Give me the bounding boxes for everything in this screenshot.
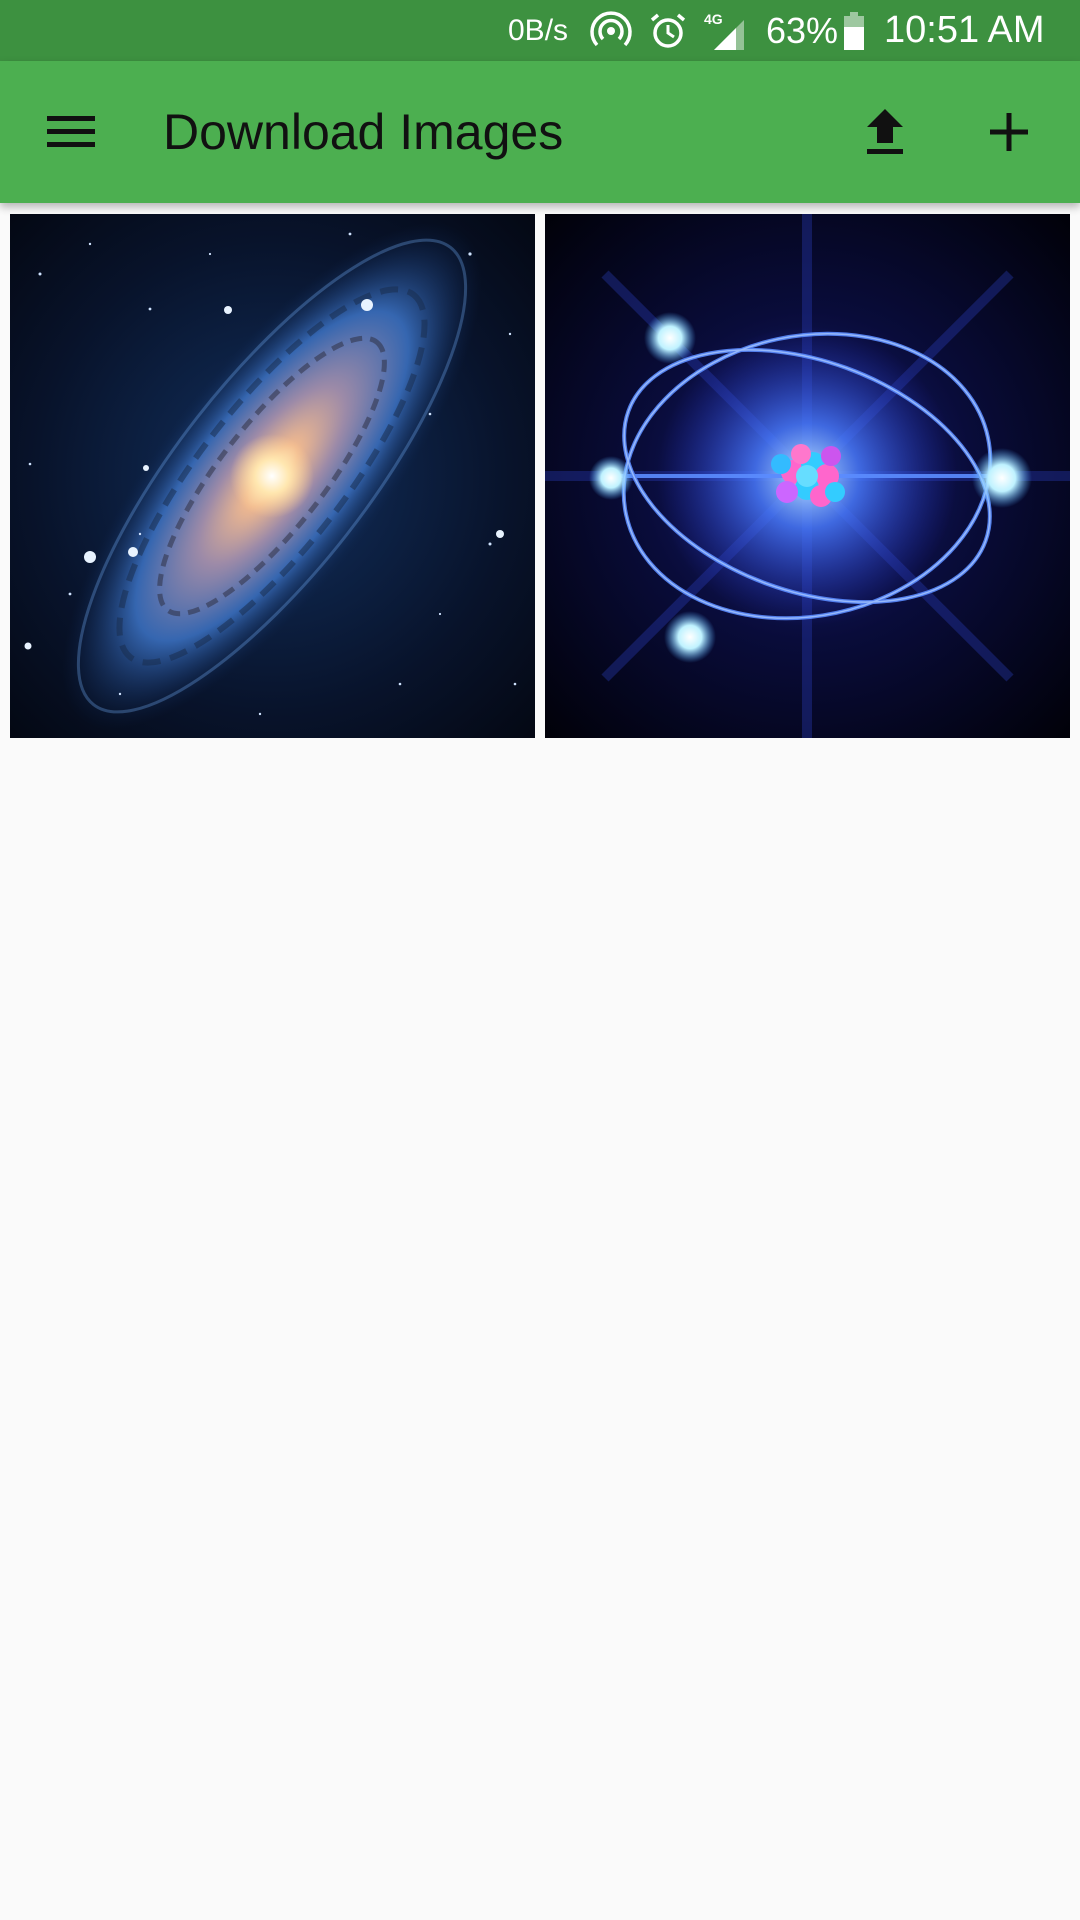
- network-type: 4G: [704, 11, 723, 27]
- signal-4g-icon: 4G: [704, 0, 750, 61]
- app-toolbar: Download Images: [0, 61, 1080, 203]
- atom-image[interactable]: [545, 214, 1070, 738]
- menu-icon[interactable]: [29, 90, 113, 174]
- page-title: Download Images: [163, 104, 564, 160]
- clock-time: 10:51 AM: [884, 9, 1045, 51]
- status-bar: 0B/s 4G 63% 10:51 AM: [0, 0, 1080, 61]
- galaxy-image[interactable]: [10, 214, 535, 738]
- battery-icon: [843, 0, 865, 61]
- add-icon[interactable]: [967, 90, 1051, 174]
- upload-icon[interactable]: [843, 90, 927, 174]
- battery-percent: 63%: [766, 9, 839, 51]
- alarm-icon: [648, 0, 688, 61]
- network-speed: 0B/s: [508, 13, 569, 47]
- hotspot-icon: [590, 0, 632, 61]
